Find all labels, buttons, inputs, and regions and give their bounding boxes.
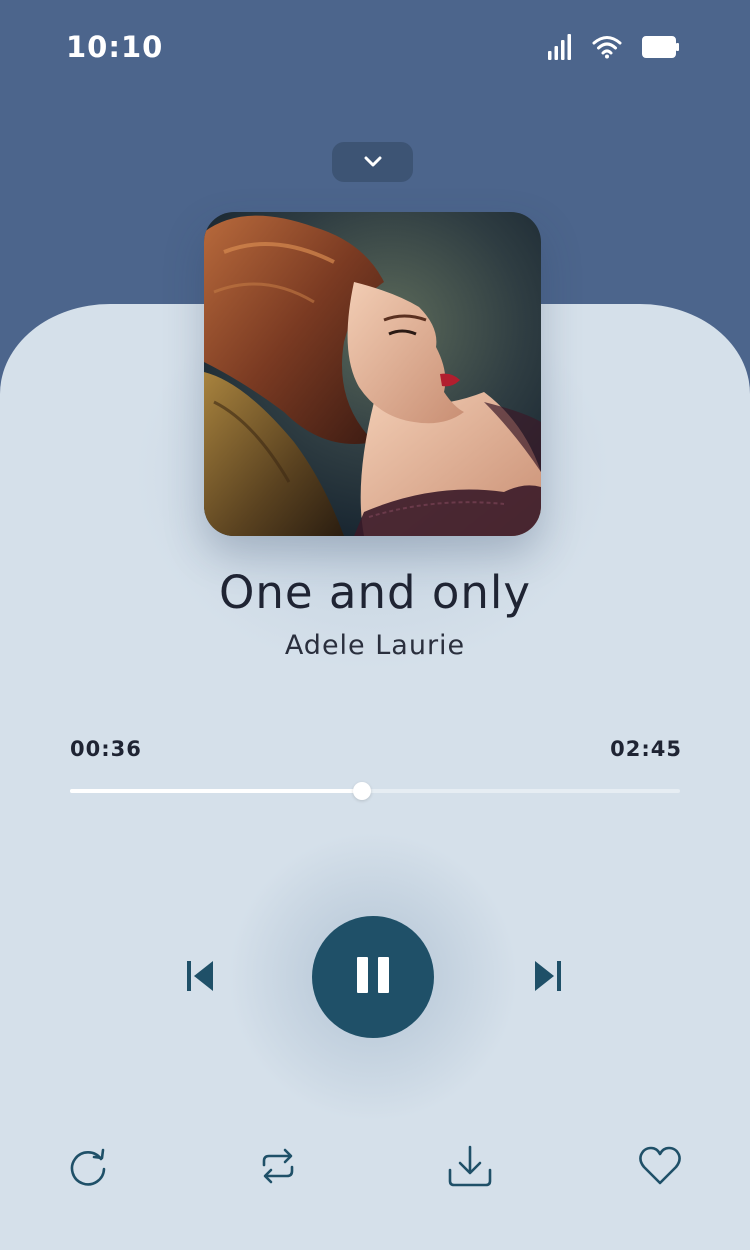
replay-button[interactable] — [67, 1146, 111, 1190]
elapsed-time: 00:36 — [70, 737, 142, 761]
music-player-screen: 10:10 One and only Adele Laurie 00:36 02… — [0, 0, 750, 1250]
song-artist: Adele Laurie — [284, 630, 466, 661]
download-icon — [447, 1144, 493, 1192]
skip-previous-icon — [186, 959, 214, 997]
download-button[interactable] — [447, 1144, 493, 1192]
progress-thumb[interactable] — [352, 782, 371, 800]
progress-slider[interactable] — [70, 782, 680, 800]
repeat-button[interactable] — [256, 1146, 300, 1190]
collapse-player-button[interactable] — [332, 142, 413, 182]
status-icons — [548, 34, 680, 60]
previous-track-button[interactable] — [185, 960, 215, 996]
status-time: 10:10 — [66, 30, 164, 64]
cellular-signal-icon — [548, 34, 572, 60]
wifi-icon — [592, 35, 622, 59]
pause-icon — [356, 956, 390, 998]
next-track-button[interactable] — [533, 960, 563, 996]
song-title: One and only — [218, 566, 532, 619]
repeat-icon — [257, 1145, 299, 1191]
heart-icon — [638, 1146, 682, 1190]
battery-icon — [642, 36, 680, 58]
total-duration: 02:45 — [610, 737, 682, 761]
favorite-button[interactable] — [638, 1146, 682, 1190]
chevron-down-icon — [363, 153, 383, 172]
album-art — [204, 212, 541, 536]
play-pause-button[interactable] — [312, 916, 434, 1038]
album-cover-image — [204, 212, 541, 536]
skip-next-icon — [534, 959, 562, 997]
progress-fill — [70, 789, 362, 793]
replay-icon — [68, 1145, 110, 1191]
